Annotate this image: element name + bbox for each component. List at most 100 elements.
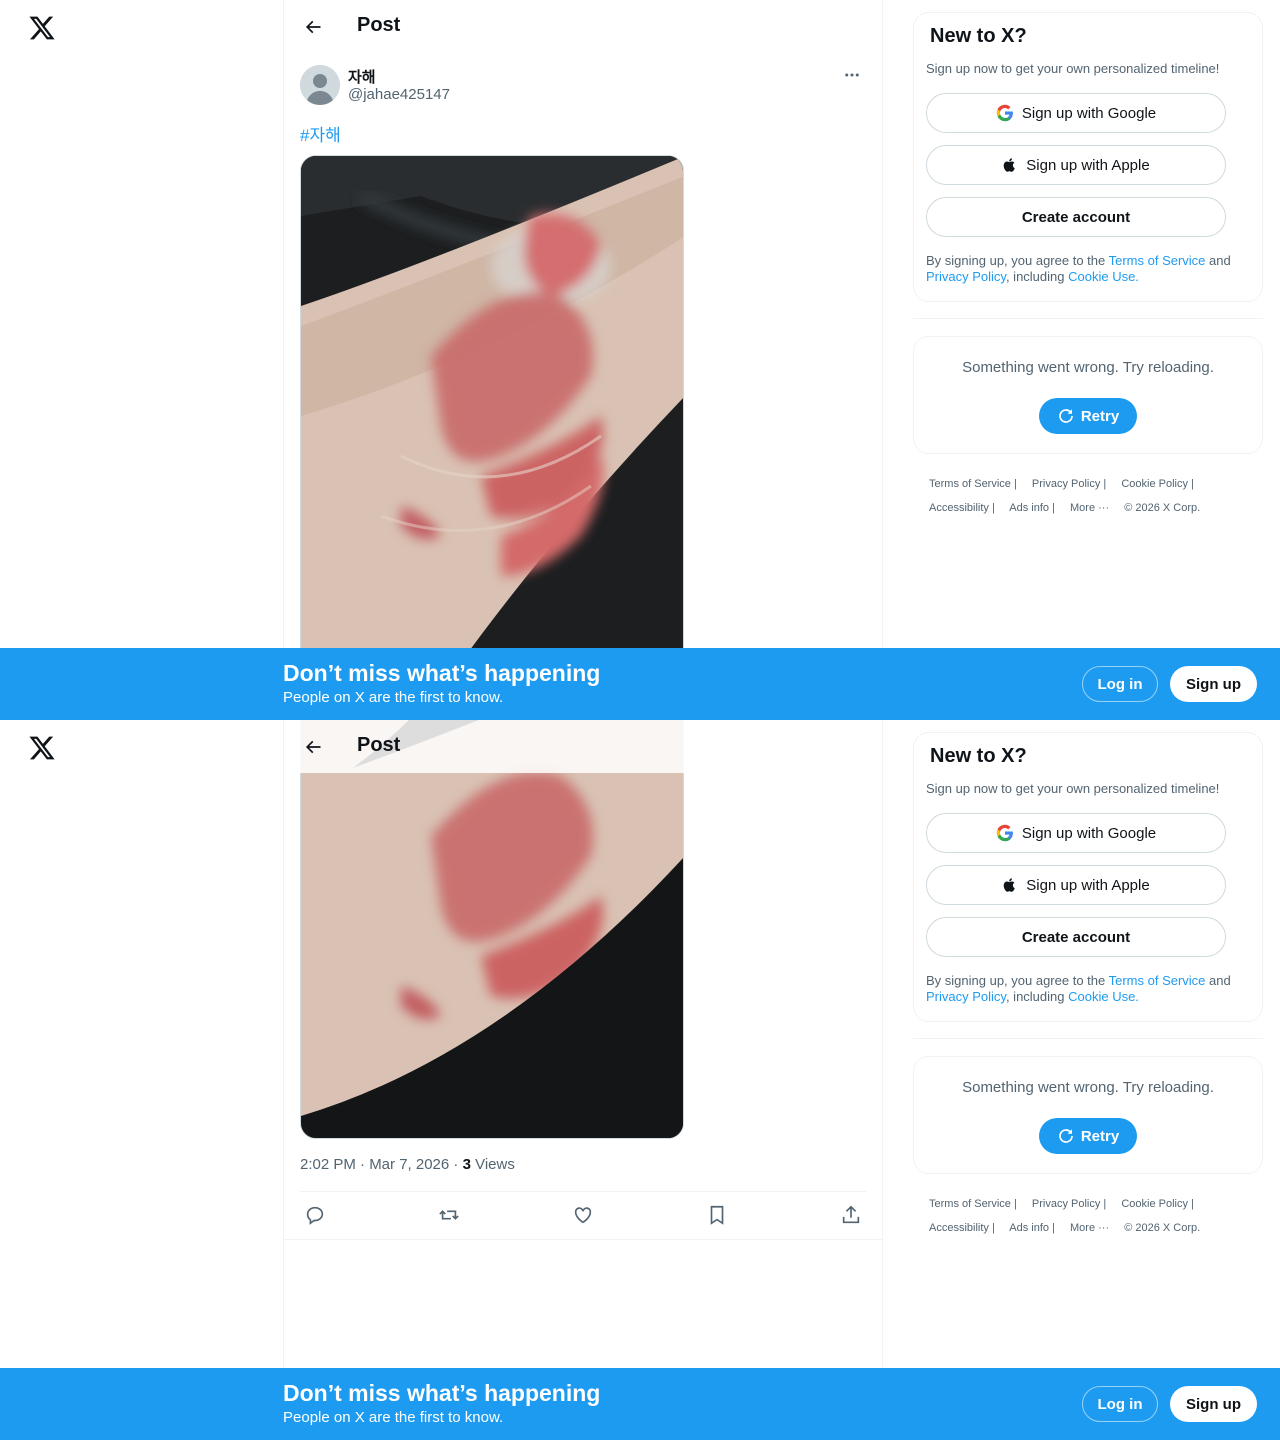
refresh-icon <box>1059 1129 1073 1143</box>
sidebar-divider <box>913 318 1263 319</box>
footer-cookie-link[interactable]: Cookie Policy <box>1121 478 1188 490</box>
share-icon <box>842 1205 860 1224</box>
login-button[interactable]: Log in <box>1082 1386 1158 1422</box>
signup-apple-label: Sign up with Apple <box>1026 876 1150 894</box>
footer-cookie-link[interactable]: Cookie Policy <box>1121 1198 1188 1210</box>
create-account-button[interactable]: Create account <box>926 917 1226 957</box>
bottom-signup-banner: Don’t miss what’s happening People on X … <box>0 648 1280 720</box>
back-button[interactable] <box>298 12 328 42</box>
reply-icon <box>306 1206 324 1225</box>
error-message: Something went wrong. Try reloading. <box>962 1079 1214 1096</box>
avatar[interactable] <box>300 65 340 105</box>
error-card: Something went wrong. Try reloading. Ret… <box>913 336 1263 454</box>
hashtag-link[interactable]: #자해 <box>300 121 341 146</box>
main-column: Post 자해 @jahae425147 #자해 <box>283 0 883 720</box>
footer-more-link[interactable]: More ··· <box>1070 1222 1109 1234</box>
new-to-x-card: New to X? Sign up now to get your own pe… <box>913 732 1263 1022</box>
post-image[interactable] <box>300 155 684 720</box>
terms-link[interactable]: Terms of Service <box>1109 253 1206 268</box>
footer-terms-link[interactable]: Terms of Service <box>929 1198 1011 1210</box>
post-header: Post <box>284 720 882 773</box>
footer-copyright: © 2026 X Corp. <box>1124 1222 1201 1234</box>
page-title: Post <box>357 734 401 756</box>
bandaged-arm-photo <box>301 156 683 720</box>
post-header: Post <box>284 0 882 53</box>
views-label: Views <box>470 1156 515 1173</box>
signup-button[interactable]: Sign up <box>1170 1386 1257 1422</box>
post-actions <box>300 1192 866 1238</box>
cookie-use-link[interactable]: Cookie Use. <box>1068 269 1139 284</box>
bandaged-arm-photo <box>301 720 683 1138</box>
login-button[interactable]: Log in <box>1082 666 1158 702</box>
footer-privacy-link[interactable]: Privacy Policy <box>1032 478 1100 490</box>
display-name[interactable]: 자해 <box>348 66 376 87</box>
footer-privacy-link[interactable]: Privacy Policy <box>1032 1198 1100 1210</box>
viewport-scrolled: 2:02 PM · Mar 7, 2026 · 3 Views Post New… <box>0 720 1280 1440</box>
legal-text: By signing up, you agree to the Terms of… <box>926 253 1231 284</box>
footer-accessibility-link[interactable]: Accessibility <box>929 1222 989 1234</box>
signup-apple-label: Sign up with Apple <box>1026 156 1150 174</box>
bookmark-button[interactable] <box>702 1200 732 1230</box>
create-account-button[interactable]: Create account <box>926 197 1226 237</box>
x-logo-icon[interactable] <box>28 734 56 762</box>
new-to-x-card: New to X? Sign up now to get your own pe… <box>913 12 1263 302</box>
sidebar-footer: Terms of Service | Privacy Policy | Cook… <box>929 1198 1201 1234</box>
card-title: New to X? <box>930 745 1027 767</box>
banner-subtitle: People on X are the first to know. <box>283 1409 504 1426</box>
repost-button[interactable] <box>434 1200 464 1230</box>
footer-more-link[interactable]: More ··· <box>1070 502 1109 514</box>
scrolled-post: 2:02 PM · Mar 7, 2026 · 3 Views <box>284 720 882 1440</box>
footer-accessibility-link[interactable]: Accessibility <box>929 502 989 514</box>
footer-copyright: © 2026 X Corp. <box>1124 502 1201 514</box>
viewport-top: Post 자해 @jahae425147 #자해 New to X? Sign … <box>0 0 1280 720</box>
reply-button[interactable] <box>300 1200 330 1230</box>
card-subtitle: Sign up now to get your own personalized… <box>926 781 1220 796</box>
user-handle[interactable]: @jahae425147 <box>348 86 450 103</box>
refresh-icon <box>1059 409 1073 423</box>
more-dots-icon <box>845 73 859 76</box>
privacy-link[interactable]: Privacy Policy <box>926 269 1006 284</box>
repost-icon <box>439 1210 459 1220</box>
share-button[interactable] <box>836 1200 866 1230</box>
arrow-left-icon <box>305 740 321 754</box>
legal-text: By signing up, you agree to the Terms of… <box>926 973 1231 1004</box>
signup-google-label: Sign up with Google <box>1021 104 1157 122</box>
signup-google-button[interactable]: Sign up with Google <box>926 813 1226 853</box>
more-options-button[interactable] <box>838 64 866 88</box>
error-message: Something went wrong. Try reloading. <box>962 359 1214 376</box>
cookie-use-link[interactable]: Cookie Use. <box>1068 989 1139 1004</box>
post-timestamp[interactable]: 2:02 PM · Mar 7, 2026 · <box>300 1156 463 1173</box>
like-button[interactable] <box>568 1200 598 1230</box>
signup-apple-button[interactable]: Sign up with Apple <box>926 865 1226 905</box>
retry-button[interactable]: Retry <box>1039 398 1137 434</box>
apple-icon <box>1003 158 1016 172</box>
page-title: Post <box>357 14 401 36</box>
signup-apple-button[interactable]: Sign up with Apple <box>926 145 1226 185</box>
views-count: 3 <box>462 1156 471 1173</box>
error-card: Something went wrong. Try reloading. Ret… <box>913 1056 1263 1174</box>
arrow-left-icon <box>305 20 321 34</box>
footer-terms-link[interactable]: Terms of Service <box>929 478 1011 490</box>
retry-label: Retry <box>1080 1127 1120 1145</box>
google-icon <box>996 824 1013 842</box>
privacy-link[interactable]: Privacy Policy <box>926 989 1006 1004</box>
banner-title: Don’t miss what’s happening <box>283 660 601 686</box>
signup-button[interactable]: Sign up <box>1170 666 1257 702</box>
x-logo-icon[interactable] <box>28 14 56 42</box>
post-image[interactable] <box>300 720 684 1139</box>
footer-ads-link[interactable]: Ads info <box>1009 502 1049 514</box>
retry-label: Retry <box>1080 407 1120 425</box>
apple-icon <box>1003 878 1016 892</box>
heart-icon <box>574 1207 592 1224</box>
footer-ads-link[interactable]: Ads info <box>1009 1222 1049 1234</box>
bookmark-icon <box>710 1205 724 1225</box>
signup-google-label: Sign up with Google <box>1021 824 1157 842</box>
back-button[interactable] <box>298 732 328 762</box>
post-author: 자해 @jahae425147 <box>300 64 866 108</box>
retry-button[interactable]: Retry <box>1039 1118 1137 1154</box>
signup-google-button[interactable]: Sign up with Google <box>926 93 1226 133</box>
terms-link[interactable]: Terms of Service <box>1109 973 1206 988</box>
sidebar-divider <box>913 1038 1263 1039</box>
bottom-signup-banner: Don’t miss what’s happening People on X … <box>0 1368 1280 1440</box>
main-column: 2:02 PM · Mar 7, 2026 · 3 Views Post <box>283 720 883 1440</box>
